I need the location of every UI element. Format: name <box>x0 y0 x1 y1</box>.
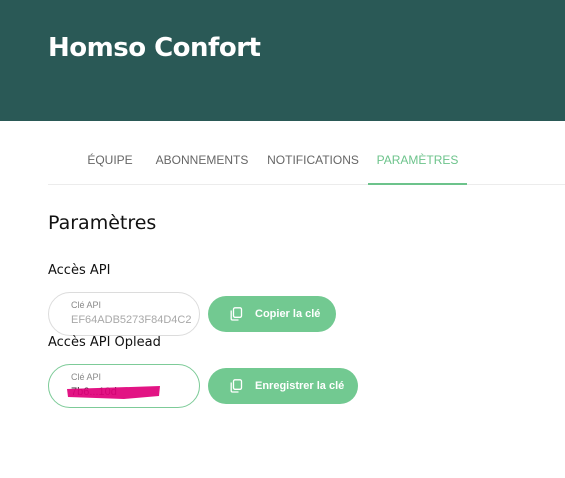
redaction-mark <box>67 386 160 399</box>
tab-notifications[interactable]: NOTIFICATIONS <box>262 140 364 183</box>
page-title: Paramètres <box>48 212 157 234</box>
copy-icon <box>230 379 243 393</box>
api-key-label: Clé API <box>71 300 102 310</box>
tab-bar: ÉQUIPE ABONNEMENTS NOTIFICATIONS PARAMÈT… <box>48 140 565 185</box>
page-header: Homso Confort <box>0 0 565 121</box>
tab-equipe[interactable]: ÉQUIPE <box>78 140 142 183</box>
copy-icon <box>230 307 243 321</box>
api-section-title: Accès API <box>48 263 111 278</box>
oplead-section-title: Accès API Oplead <box>48 335 161 350</box>
tab-abonnements[interactable]: ABONNEMENTS <box>152 140 252 183</box>
api-key-field[interactable]: Clé API <box>48 292 200 336</box>
company-title: Homso Confort <box>48 33 261 63</box>
save-key-label: Enregistrer la clé <box>255 380 345 392</box>
oplead-key-label: Clé API <box>71 372 102 382</box>
copy-key-button[interactable]: Copier la clé <box>208 296 336 332</box>
save-key-button[interactable]: Enregistrer la clé <box>208 368 358 404</box>
tab-parametres[interactable]: PARAMÈTRES <box>368 140 467 185</box>
copy-key-label: Copier la clé <box>255 308 321 320</box>
api-key-input[interactable] <box>71 314 195 326</box>
